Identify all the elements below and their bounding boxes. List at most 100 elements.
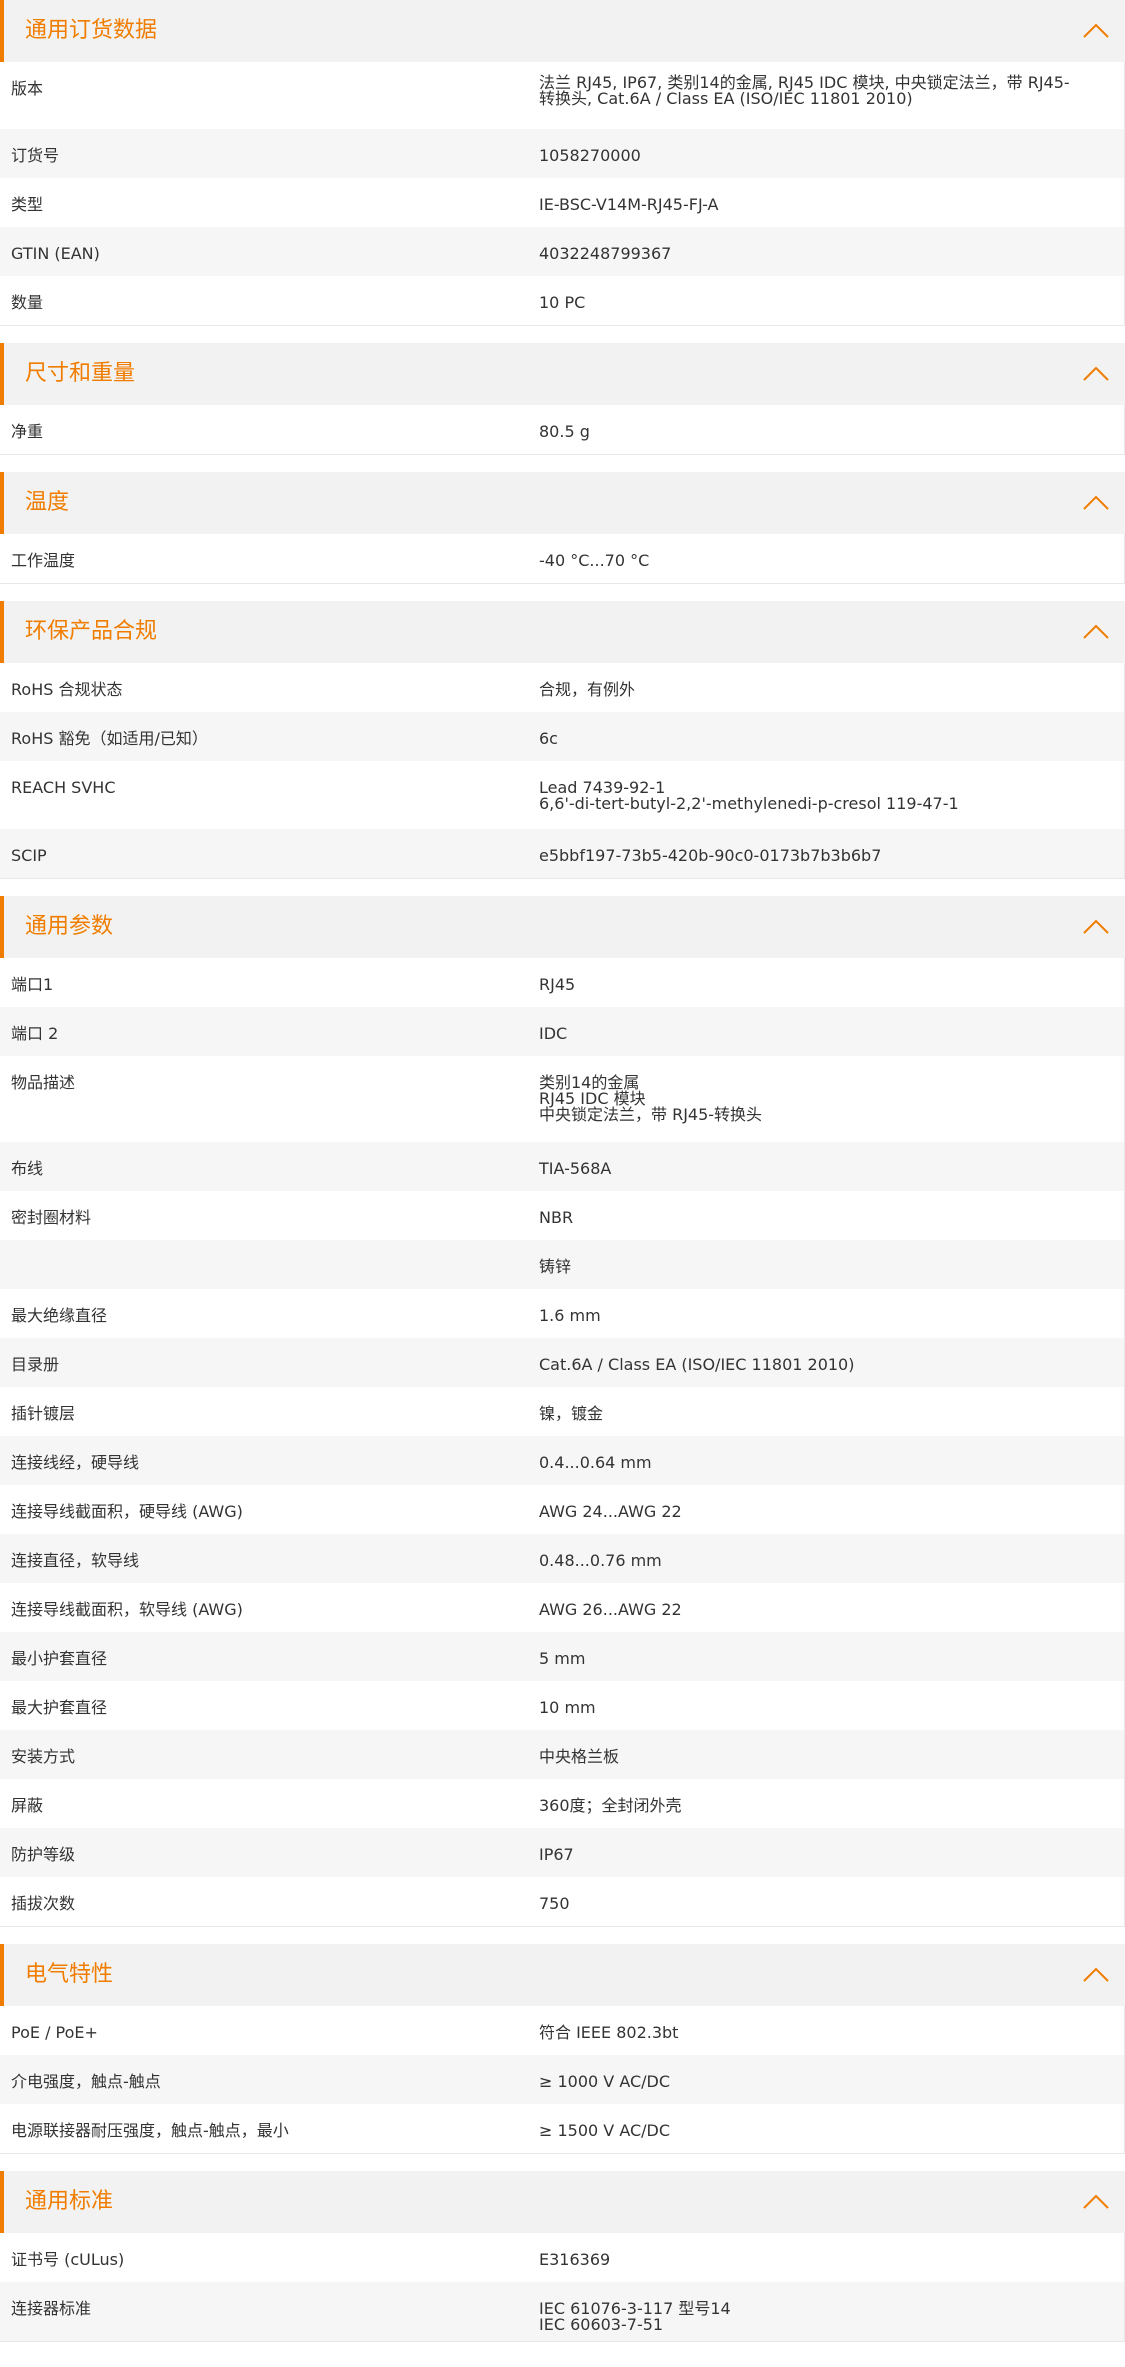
chevron-up-icon[interactable] (1081, 365, 1111, 383)
table-row: 端口1 RJ45 (0, 958, 1125, 1007)
table-row: 工作温度 -40 °C...70 °C (0, 534, 1125, 584)
row-label: GTIN (EAN) (11, 244, 100, 263)
row-label: SCIP (11, 846, 47, 865)
table-row: 最大护套直径 10 mm (0, 1681, 1125, 1730)
section-header[interactable]: 尺寸和重量 (0, 343, 1125, 405)
row-label: 电源联接器耐压强度，触点-触点，最小 (11, 2121, 289, 2140)
row-value: RJ45 (539, 975, 576, 994)
table-row: SCIP e5bbf197-73b5-420b-90c0-0173b7b3b6b… (0, 829, 1125, 879)
row-label: 屏蔽 (11, 1796, 44, 1815)
row-label: 连接导线截面积，软导线 (AWG) (11, 1600, 243, 1619)
row-value: 法兰 RJ45, IP67, 类别14的金属, RJ45 IDC 模块, 中央锁… (539, 73, 1070, 108)
table-row: 插拔次数 750 (0, 1877, 1125, 1927)
section-title: 通用标准 (25, 2189, 114, 2214)
table-row: 介电强度，触点-触点 ≥ 1000 V AC/DC (0, 2055, 1125, 2104)
section-general-parameters: 通用参数 端口1 RJ45 端口 2 IDC 物品描述 类别14的金属 RJ45… (0, 896, 1125, 1927)
section-title: 通用参数 (25, 914, 114, 939)
table-row: RoHS 合规状态 合规，有例外 (0, 663, 1125, 712)
chevron-up-icon[interactable] (1081, 1966, 1111, 1984)
table-row: 版本 法兰 RJ45, IP67, 类别14的金属, RJ45 IDC 模块, … (0, 62, 1125, 129)
row-label: 类型 (11, 195, 44, 214)
table-row: 数量 10 PC (0, 276, 1125, 326)
section-title: 温度 (25, 490, 70, 515)
row-value: 80.5 g (539, 422, 590, 441)
section-header[interactable]: 电气特性 (0, 1944, 1125, 2006)
row-label: 布线 (11, 1159, 44, 1178)
row-label: 净重 (11, 422, 44, 441)
row-label: 连接器标准 (11, 2299, 92, 2318)
row-value: 10 mm (539, 1698, 596, 1717)
chevron-up-icon[interactable] (1081, 918, 1111, 936)
row-label: 密封圈材料 (11, 1208, 92, 1227)
chevron-up-icon[interactable] (1081, 494, 1111, 512)
row-label: PoE / PoE+ (11, 2023, 98, 2042)
section-header[interactable]: 通用标准 (0, 2171, 1125, 2233)
table-row: 连接导线截面积，硬导线 (AWG) AWG 24...AWG 22 (0, 1485, 1125, 1534)
chevron-up-icon[interactable] (1081, 623, 1111, 641)
row-value: E316369 (539, 2250, 611, 2269)
table-row: 订货号 1058270000 (0, 129, 1125, 178)
table-row: 类型 IE-BSC-V14M-RJ45-FJ-A (0, 178, 1125, 227)
row-label: 插针镀层 (11, 1404, 76, 1423)
row-value: ≥ 1000 V AC/DC (539, 2072, 671, 2091)
section-header[interactable]: 温度 (0, 472, 1125, 534)
row-value: ≥ 1500 V AC/DC (539, 2121, 671, 2140)
section-header[interactable]: 通用订货数据 (0, 0, 1125, 62)
section-title: 尺寸和重量 (25, 361, 136, 386)
row-label: 目录册 (11, 1355, 60, 1374)
row-value: 0.48...0.76 mm (539, 1551, 662, 1570)
table-row: 连接直径，软导线 0.48...0.76 mm (0, 1534, 1125, 1583)
row-value: 1.6 mm (539, 1306, 601, 1325)
row-label: 数量 (11, 293, 44, 312)
section-header[interactable]: 环保产品合规 (0, 601, 1125, 663)
row-value: 360度；全封闭外壳 (539, 1796, 682, 1815)
row-label: 工作温度 (11, 551, 76, 570)
section-header[interactable]: 通用参数 (0, 896, 1125, 958)
row-label: 证书号 (cULus) (11, 2250, 125, 2269)
row-value: 1058270000 (539, 146, 641, 165)
row-value: 合规，有例外 (539, 680, 636, 699)
row-value: 10 PC (539, 293, 586, 312)
row-value: Lead 7439-92-1 6,6'-di-tert-butyl-2,2'-m… (539, 778, 959, 813)
row-value: e5bbf197-73b5-420b-90c0-0173b7b3b6b7 (539, 846, 882, 865)
row-label: 端口 2 (11, 1024, 59, 1043)
row-label: REACH SVHC (11, 778, 116, 797)
row-label: 连接直径，软导线 (11, 1551, 140, 1570)
chevron-up-icon[interactable] (1081, 2193, 1111, 2211)
table-row: PoE / PoE+ 符合 IEEE 802.3bt (0, 2006, 1125, 2055)
section-electrical-properties: 电气特性 PoE / PoE+ 符合 IEEE 802.3bt 介电强度，触点-… (0, 1944, 1125, 2154)
table-row: 插针镀层 镍，镀金 (0, 1387, 1125, 1436)
row-label: 最小护套直径 (11, 1649, 108, 1668)
table-row: 净重 80.5 g (0, 405, 1125, 455)
section-temperature: 温度 工作温度 -40 °C...70 °C (0, 472, 1125, 584)
table-row: 证书号 (cULus) E316369 (0, 2233, 1125, 2282)
section-dimensions-weight: 尺寸和重量 净重 80.5 g (0, 343, 1125, 455)
table-row: 安装方式 中央格兰板 (0, 1730, 1125, 1779)
row-value: 中央格兰板 (539, 1747, 620, 1766)
row-label: 端口1 (11, 975, 54, 994)
table-row: RoHS 豁免（如适用/已知） 6c (0, 712, 1125, 761)
chevron-up-icon[interactable] (1081, 22, 1111, 40)
table-row: 端口 2 IDC (0, 1007, 1125, 1056)
row-value: 符合 IEEE 802.3bt (539, 2023, 679, 2042)
section-environmental-compliance: 环保产品合规 RoHS 合规状态 合规，有例外 RoHS 豁免（如适用/已知） … (0, 601, 1125, 879)
row-label (0, 1240, 539, 1259)
row-label: 版本 (11, 79, 44, 98)
row-value: 铸锌 (539, 1257, 572, 1276)
section-general-standards: 通用标准 证书号 (cULus) E316369 连接器标准 IEC 61076… (0, 2171, 1125, 2342)
row-value: NBR (539, 1208, 574, 1227)
table-row: 物品描述 类别14的金属 RJ45 IDC 模块 中央锁定法兰，带 RJ45-转… (0, 1056, 1125, 1142)
spec-page: 通用订货数据 版本 法兰 RJ45, IP67, 类别14的金属, RJ45 I… (0, 0, 1125, 2342)
table-row: REACH SVHC Lead 7439-92-1 6,6'-di-tert-b… (0, 761, 1125, 829)
row-value: -40 °C...70 °C (539, 551, 650, 570)
row-label: 最大绝缘直径 (11, 1306, 108, 1325)
row-label: 介电强度，触点-触点 (11, 2072, 161, 2091)
section-ordering-data: 通用订货数据 版本 法兰 RJ45, IP67, 类别14的金属, RJ45 I… (0, 0, 1125, 326)
row-value: 镍，镀金 (539, 1404, 604, 1423)
row-value: IE-BSC-V14M-RJ45-FJ-A (539, 195, 719, 214)
table-row: 最小护套直径 5 mm (0, 1632, 1125, 1681)
row-label: 订货号 (11, 146, 60, 165)
table-row: 连接线经，硬导线 0.4...0.64 mm (0, 1436, 1125, 1485)
row-value: AWG 24...AWG 22 (539, 1502, 682, 1521)
row-value: IDC (539, 1024, 568, 1043)
